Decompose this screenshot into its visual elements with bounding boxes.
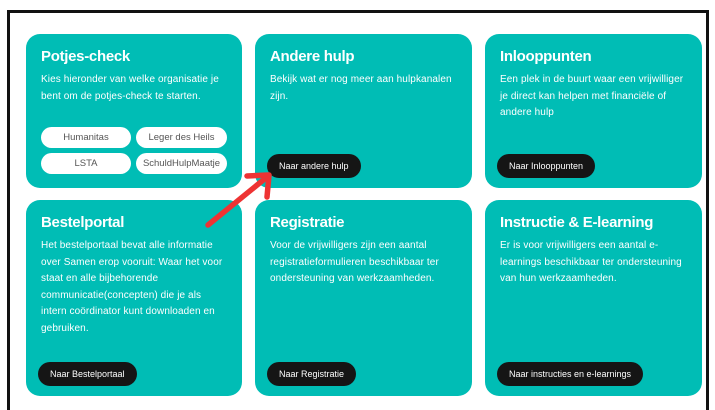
inlooppunten-button[interactable]: Naar Inlooppunten <box>497 154 596 178</box>
option-lsta-button[interactable]: LSTA <box>41 153 131 174</box>
card-potjes-check: Potjes-check Kies hieronder van welke or… <box>26 34 242 188</box>
card-description: Bekijk wat er nog meer aan hulpkanalen z… <box>270 74 452 102</box>
option-leger-des-heils-button[interactable]: Leger des Heils <box>136 127 227 148</box>
card-description: Een plek in de buurt waar een vrijwillig… <box>500 74 684 118</box>
registratie-button[interactable]: Naar Registratie <box>267 362 357 386</box>
card-description: Kies hieronder van welke organisatie je … <box>41 74 219 102</box>
card-instructie-e-learning: Instructie & E-learning Er is voor vrijw… <box>485 200 702 396</box>
andere-hulp-button[interactable]: Naar andere hulp <box>267 154 361 178</box>
card-title: Bestelportal <box>41 214 125 231</box>
bestelportaal-button[interactable]: Naar Bestelportaal <box>38 362 137 386</box>
card-title: Potjes-check <box>41 48 130 65</box>
card-title: Inlooppunten <box>500 48 592 65</box>
screenshot-frame: Potjes-check Kies hieronder van welke or… <box>7 10 709 410</box>
card-title: Instructie & E-learning <box>500 214 654 231</box>
card-inlooppunten: Inlooppunten Een plek in de buurt waar e… <box>485 34 702 188</box>
card-title: Andere hulp <box>270 48 355 65</box>
card-andere-hulp: Andere hulp Bekijk wat er nog meer aan h… <box>255 34 472 188</box>
card-bestelportal: Bestelportal Het bestelportaal bevat all… <box>26 200 242 396</box>
instructies-e-learnings-button[interactable]: Naar instructies en e-learnings <box>497 362 644 386</box>
card-title: Registratie <box>270 214 345 231</box>
card-description: Het bestelportaal bevat alle informatie … <box>41 240 223 334</box>
option-humanitas-button[interactable]: Humanitas <box>41 127 131 148</box>
card-description: Voor de vrijwilligers zijn een aantal re… <box>270 240 439 284</box>
card-registratie: Registratie Voor de vrijwilligers zijn e… <box>255 200 472 396</box>
option-schuldhulpmaatje-button[interactable]: SchuldHulpMaatje <box>136 153 227 174</box>
card-grid: Potjes-check Kies hieronder van welke or… <box>10 13 706 410</box>
card-description: Er is voor vrijwilligers een aantal e-le… <box>500 240 682 284</box>
